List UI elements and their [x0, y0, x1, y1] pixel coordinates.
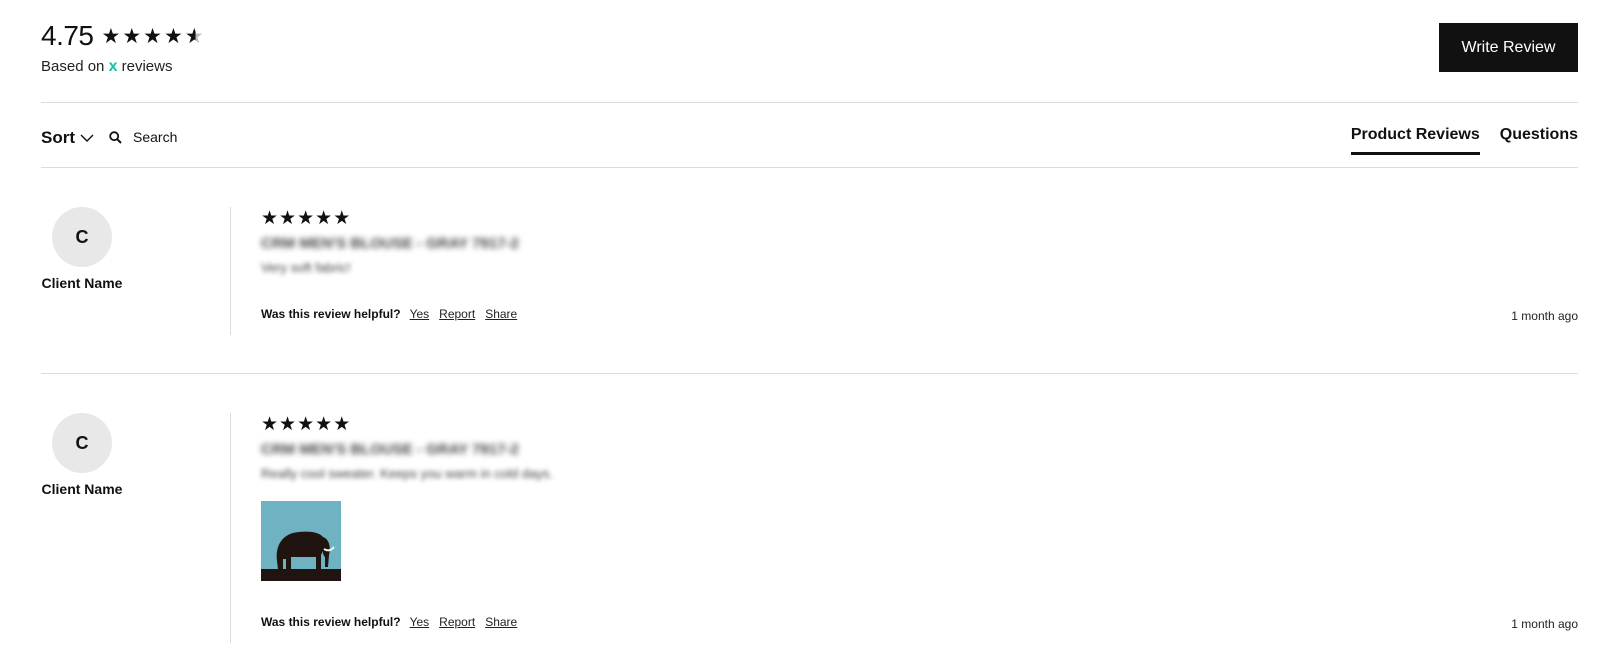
review-stars: ★ ★ ★ ★ ★ — [261, 413, 1578, 435]
author-name: Client Name — [41, 275, 123, 291]
elephant-photo-icon — [261, 501, 341, 581]
review-body: ★ ★ ★ ★ ★ CRM MEN'S BLOUSE - GRAY 7917-2… — [261, 413, 1578, 631]
star-half-icon: ★ — [184, 24, 204, 48]
average-stars: ★ ★ ★ ★ ★ — [102, 25, 206, 47]
star-icon: ★ — [315, 207, 333, 229]
tab-product-reviews[interactable]: Product Reviews — [1350, 126, 1480, 155]
star-icon: ★ — [315, 413, 333, 435]
star-icon: ★ — [297, 207, 315, 229]
review-text: Very soft fabric! — [261, 260, 351, 275]
vertical-divider — [230, 207, 231, 335]
review-item: C Client Name ★ ★ ★ ★ ★ CRM MEN'S BLOUSE… — [41, 413, 1578, 643]
divider — [41, 373, 1578, 374]
author-name: Client Name — [41, 481, 123, 497]
star-icon: ★ — [261, 413, 279, 435]
reviews-label: reviews — [121, 58, 173, 75]
report-link[interactable]: Report — [439, 307, 475, 321]
star-icon: ★ — [122, 24, 142, 48]
review-author: C Client Name — [41, 207, 123, 291]
star-icon: ★ — [297, 413, 315, 435]
search-input[interactable] — [131, 128, 295, 146]
review-time: 1 month ago — [1511, 617, 1578, 631]
star-icon: ★ — [333, 207, 351, 229]
review-text: Really cool sweater. Keeps you warm in c… — [261, 466, 553, 481]
star-icon: ★ — [279, 207, 297, 229]
star-icon: ★ — [333, 413, 351, 435]
review-item: C Client Name ★ ★ ★ ★ ★ CRM MEN'S BLOUSE… — [41, 207, 1578, 335]
star-icon: ★ — [261, 207, 279, 229]
review-title: CRM MEN'S BLOUSE - GRAY 7917-2 — [261, 441, 519, 458]
avatar: C — [52, 207, 112, 267]
helpful-yes-link[interactable]: Yes — [410, 615, 430, 629]
based-on-label: Based on — [41, 58, 105, 75]
divider — [41, 167, 1578, 168]
sort-label: Sort — [41, 128, 75, 147]
report-link[interactable]: Report — [439, 615, 475, 629]
tabs: Product Reviews Questions — [1331, 126, 1578, 155]
tab-questions[interactable]: Questions — [1500, 126, 1578, 155]
helpful-row: Was this review helpful? Yes Report Shar… — [261, 615, 527, 629]
review-author: C Client Name — [41, 413, 123, 497]
sort-dropdown[interactable]: Sort — [41, 128, 94, 148]
helpful-yes-link[interactable]: Yes — [410, 307, 430, 321]
divider — [41, 102, 1578, 103]
review-count: x — [108, 58, 118, 75]
vertical-divider — [230, 413, 231, 643]
share-link[interactable]: Share — [485, 307, 517, 321]
helpful-question: Was this review helpful? — [261, 307, 401, 321]
star-icon: ★ — [143, 24, 162, 48]
share-link[interactable]: Share — [485, 615, 517, 629]
star-icon: ★ — [279, 413, 297, 435]
helpful-question: Was this review helpful? — [261, 615, 401, 629]
search-icon — [109, 130, 122, 144]
write-review-button[interactable]: Write Review — [1439, 23, 1578, 72]
review-photo-thumbnail[interactable] — [261, 501, 341, 581]
search-box — [109, 128, 295, 146]
review-count-text: Based on x reviews — [41, 58, 206, 76]
star-icon: ★ — [101, 24, 121, 48]
review-title: CRM MEN'S BLOUSE - GRAY 7917-2 — [261, 235, 519, 252]
avatar: C — [52, 413, 112, 473]
toolbar: Sort Product Reviews Questions — [41, 106, 1578, 172]
chevron-down-icon — [80, 134, 94, 142]
star-icon: ★ — [163, 24, 183, 48]
review-body: ★ ★ ★ ★ ★ CRM MEN'S BLOUSE - GRAY 7917-2… — [261, 207, 1578, 323]
average-rating: 4.75 — [41, 20, 94, 51]
helpful-row: Was this review helpful? Yes Report Shar… — [261, 307, 527, 321]
review-stars: ★ ★ ★ ★ ★ — [261, 207, 1578, 229]
rating-summary: 4.75 ★ ★ ★ ★ ★ Based on x reviews — [41, 18, 206, 76]
review-time: 1 month ago — [1511, 309, 1578, 323]
